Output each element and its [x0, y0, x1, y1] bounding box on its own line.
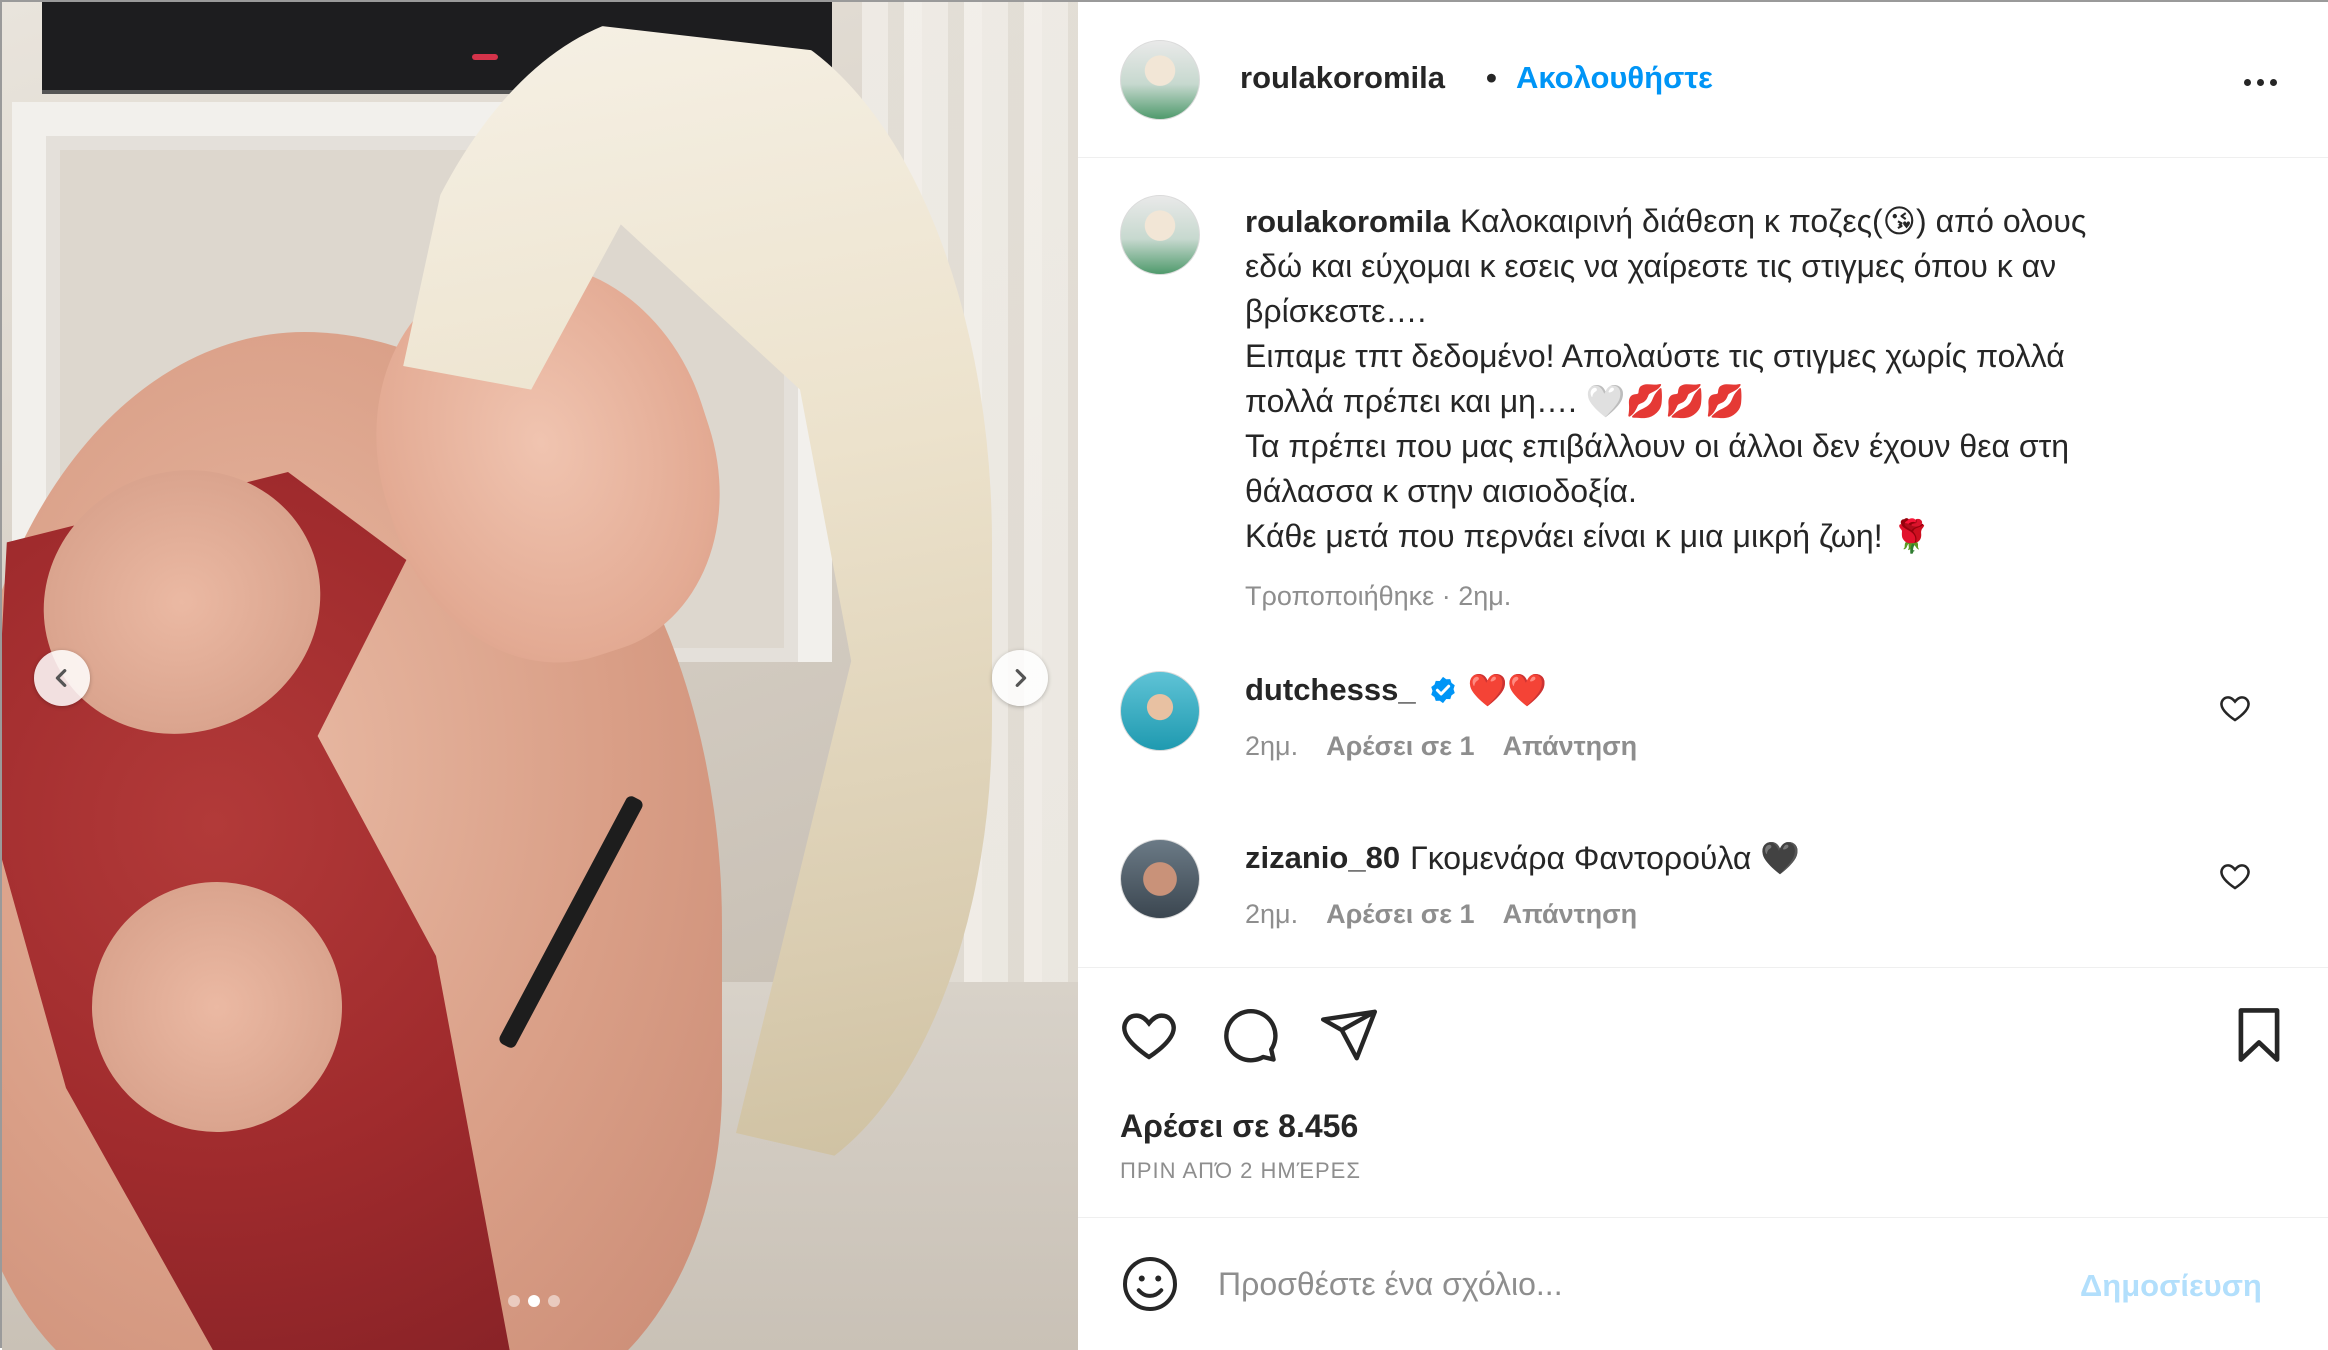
comment-reply-link[interactable]: Απάντηση — [1503, 899, 1638, 929]
caption-line: Κάθε μετά που περνάει είναι κ μια μικρή … — [1245, 518, 1932, 554]
caption-line: εδώ και εύχομαι κ εσεις να χαίρεστε τις … — [1245, 248, 2057, 284]
comments-list[interactable]: roulakoromila Καλοκαιρινή διάθεση κ ποζες… — [1078, 159, 2328, 967]
post-header: roulakoromila • Ακολουθήστε — [1078, 2, 2328, 158]
commenter-avatar[interactable] — [1120, 671, 1200, 751]
post-date: ΠΡΙΝ ΑΠΌ 2 ΗΜΈΡΕΣ — [1120, 1158, 1361, 1183]
carousel-dot — [508, 1295, 520, 1307]
comment-likes-link[interactable]: Αρέσει σε 1 — [1326, 899, 1474, 929]
author-avatar[interactable] — [1120, 40, 1200, 120]
carousel-dot — [528, 1295, 540, 1307]
comment-icon[interactable] — [1218, 1004, 1280, 1066]
caption-line: Τα πρέπει που μας επιβάλλουν οι άλλοι δε… — [1245, 428, 2070, 464]
emoji-icon[interactable] — [1120, 1254, 1180, 1314]
separator-dot: • — [1486, 60, 1497, 95]
comment-like-heart-icon[interactable] — [2218, 691, 2252, 725]
send-icon[interactable] — [1318, 1004, 1380, 1066]
post-modal: roulakoromila • Ακολουθήστε roulakoromil… — [0, 0, 2328, 1350]
comment-time: 2ημ. — [1245, 899, 1299, 929]
comment-meta: 2ημ. Αρέσει σε 1 Απάντηση — [1245, 731, 1637, 762]
follow-button[interactable]: Ακολουθήστε — [1516, 60, 1713, 96]
carousel-next-button[interactable] — [992, 650, 1048, 706]
comment-text: ❤️❤️ — [1467, 672, 1548, 708]
more-options-icon[interactable] — [2236, 62, 2284, 102]
carousel-indicator — [508, 1295, 560, 1307]
caption-line: θάλασσα κ στην αισιοδοξία. — [1245, 473, 1637, 509]
post-photo[interactable] — [2, 2, 1078, 1350]
comment-text: Γκομενάρα Φαντορούλα 🖤 — [1410, 840, 1801, 876]
post-sidebar: roulakoromila • Ακολουθήστε roulakoromil… — [1078, 2, 2328, 1350]
carousel-prev-button[interactable] — [34, 650, 90, 706]
comment-reply-link[interactable]: Απάντηση — [1503, 731, 1638, 761]
comment-like-heart-icon[interactable] — [2218, 859, 2252, 893]
caption-avatar[interactable] — [1120, 195, 1200, 275]
chevron-left-icon — [55, 669, 67, 687]
chevron-right-icon — [1015, 669, 1027, 687]
add-comment-bar: Δημοσίευση — [1078, 1217, 2328, 1350]
caption-meta: Τροποποιήθηκε · 2ημ. — [1245, 581, 1512, 611]
heart-icon[interactable] — [1118, 1004, 1180, 1066]
comment-input[interactable] — [1218, 1254, 2078, 1314]
commenter-username[interactable]: zizanio_80 — [1245, 840, 1400, 876]
commenter-avatar[interactable] — [1120, 839, 1200, 919]
caption-line: βρίσκεστε…. — [1245, 293, 1427, 329]
commenter-username[interactable]: dutchesss_ — [1245, 672, 1416, 708]
post-actions: Αρέσει σε 8.456 ΠΡΙΝ ΑΠΌ 2 ΗΜΈΡΕΣ — [1078, 967, 2328, 1217]
author-username[interactable]: roulakoromila — [1240, 60, 1445, 96]
caption-text: roulakoromila Καλοκαιρινή διάθεση κ ποζες… — [1245, 199, 2255, 559]
carousel-dot — [548, 1295, 560, 1307]
caption-line: πολλά πρέπει και μη…. 🤍💋💋💋 — [1245, 383, 1746, 419]
comment-likes-link[interactable]: Αρέσει σε 1 — [1326, 731, 1474, 761]
caption-username[interactable]: roulakoromila — [1245, 204, 1450, 239]
caption-line: Καλοκαιρινή διάθεση κ ποζες(😘) από ολους — [1460, 203, 2087, 239]
comment-time: 2ημ. — [1245, 731, 1299, 761]
caption-line: Ειπαμε τπτ δεδομένο! Απολαύστε τις στιγμ… — [1245, 338, 2065, 374]
post-comment-button[interactable]: Δημοσίευση — [2080, 1268, 2262, 1304]
comment-meta: 2ημ. Αρέσει σε 1 Απάντηση — [1245, 899, 1637, 930]
likes-count[interactable]: Αρέσει σε 8.456 — [1120, 1108, 1358, 1145]
verified-badge-icon — [1430, 676, 1455, 704]
bookmark-icon[interactable] — [2228, 1004, 2290, 1066]
